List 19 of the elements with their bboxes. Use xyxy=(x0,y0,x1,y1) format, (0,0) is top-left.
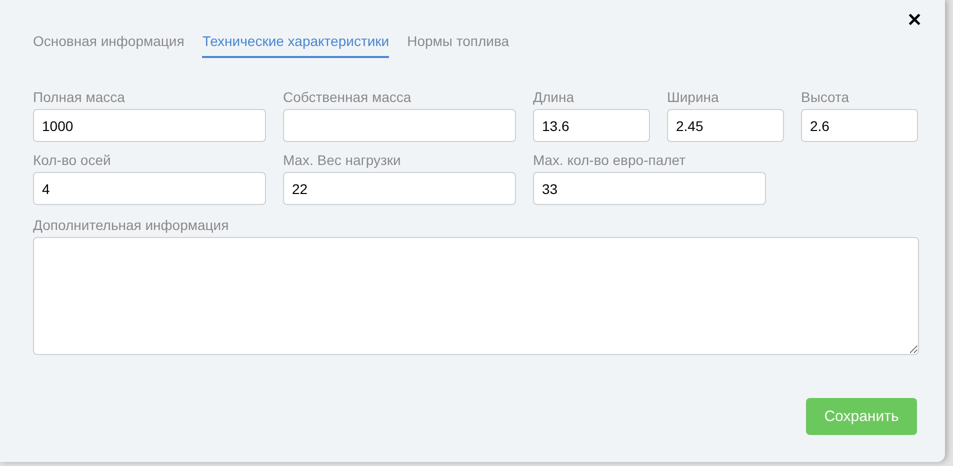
field-label: Собственная масса xyxy=(283,89,412,105)
field-label: Длина xyxy=(533,89,575,105)
input-field[interactable]: 1000 xyxy=(33,109,266,142)
field-label: Max. кол-во евро-палет xyxy=(533,152,687,168)
input-field[interactable]: 4 xyxy=(33,172,266,205)
field-label: Высота xyxy=(801,89,850,105)
field-label: Дополнительная информация xyxy=(33,217,230,233)
field-label: Max. Вес нагрузки xyxy=(283,152,402,168)
input-field[interactable]: 22 xyxy=(283,172,516,205)
text-area[interactable] xyxy=(33,237,919,355)
field-label: Кол-во осей xyxy=(33,152,112,168)
input-field[interactable] xyxy=(283,109,516,142)
input-field[interactable]: 13.6 xyxy=(533,109,650,142)
field-label: Полная масса xyxy=(33,89,126,105)
input-field[interactable]: 2.6 xyxy=(801,109,918,142)
input-field[interactable]: 2.45 xyxy=(667,109,784,142)
field-label: Ширина xyxy=(667,89,720,105)
input-field[interactable]: 33 xyxy=(533,172,766,205)
close-button[interactable]: ✕ xyxy=(907,11,922,29)
